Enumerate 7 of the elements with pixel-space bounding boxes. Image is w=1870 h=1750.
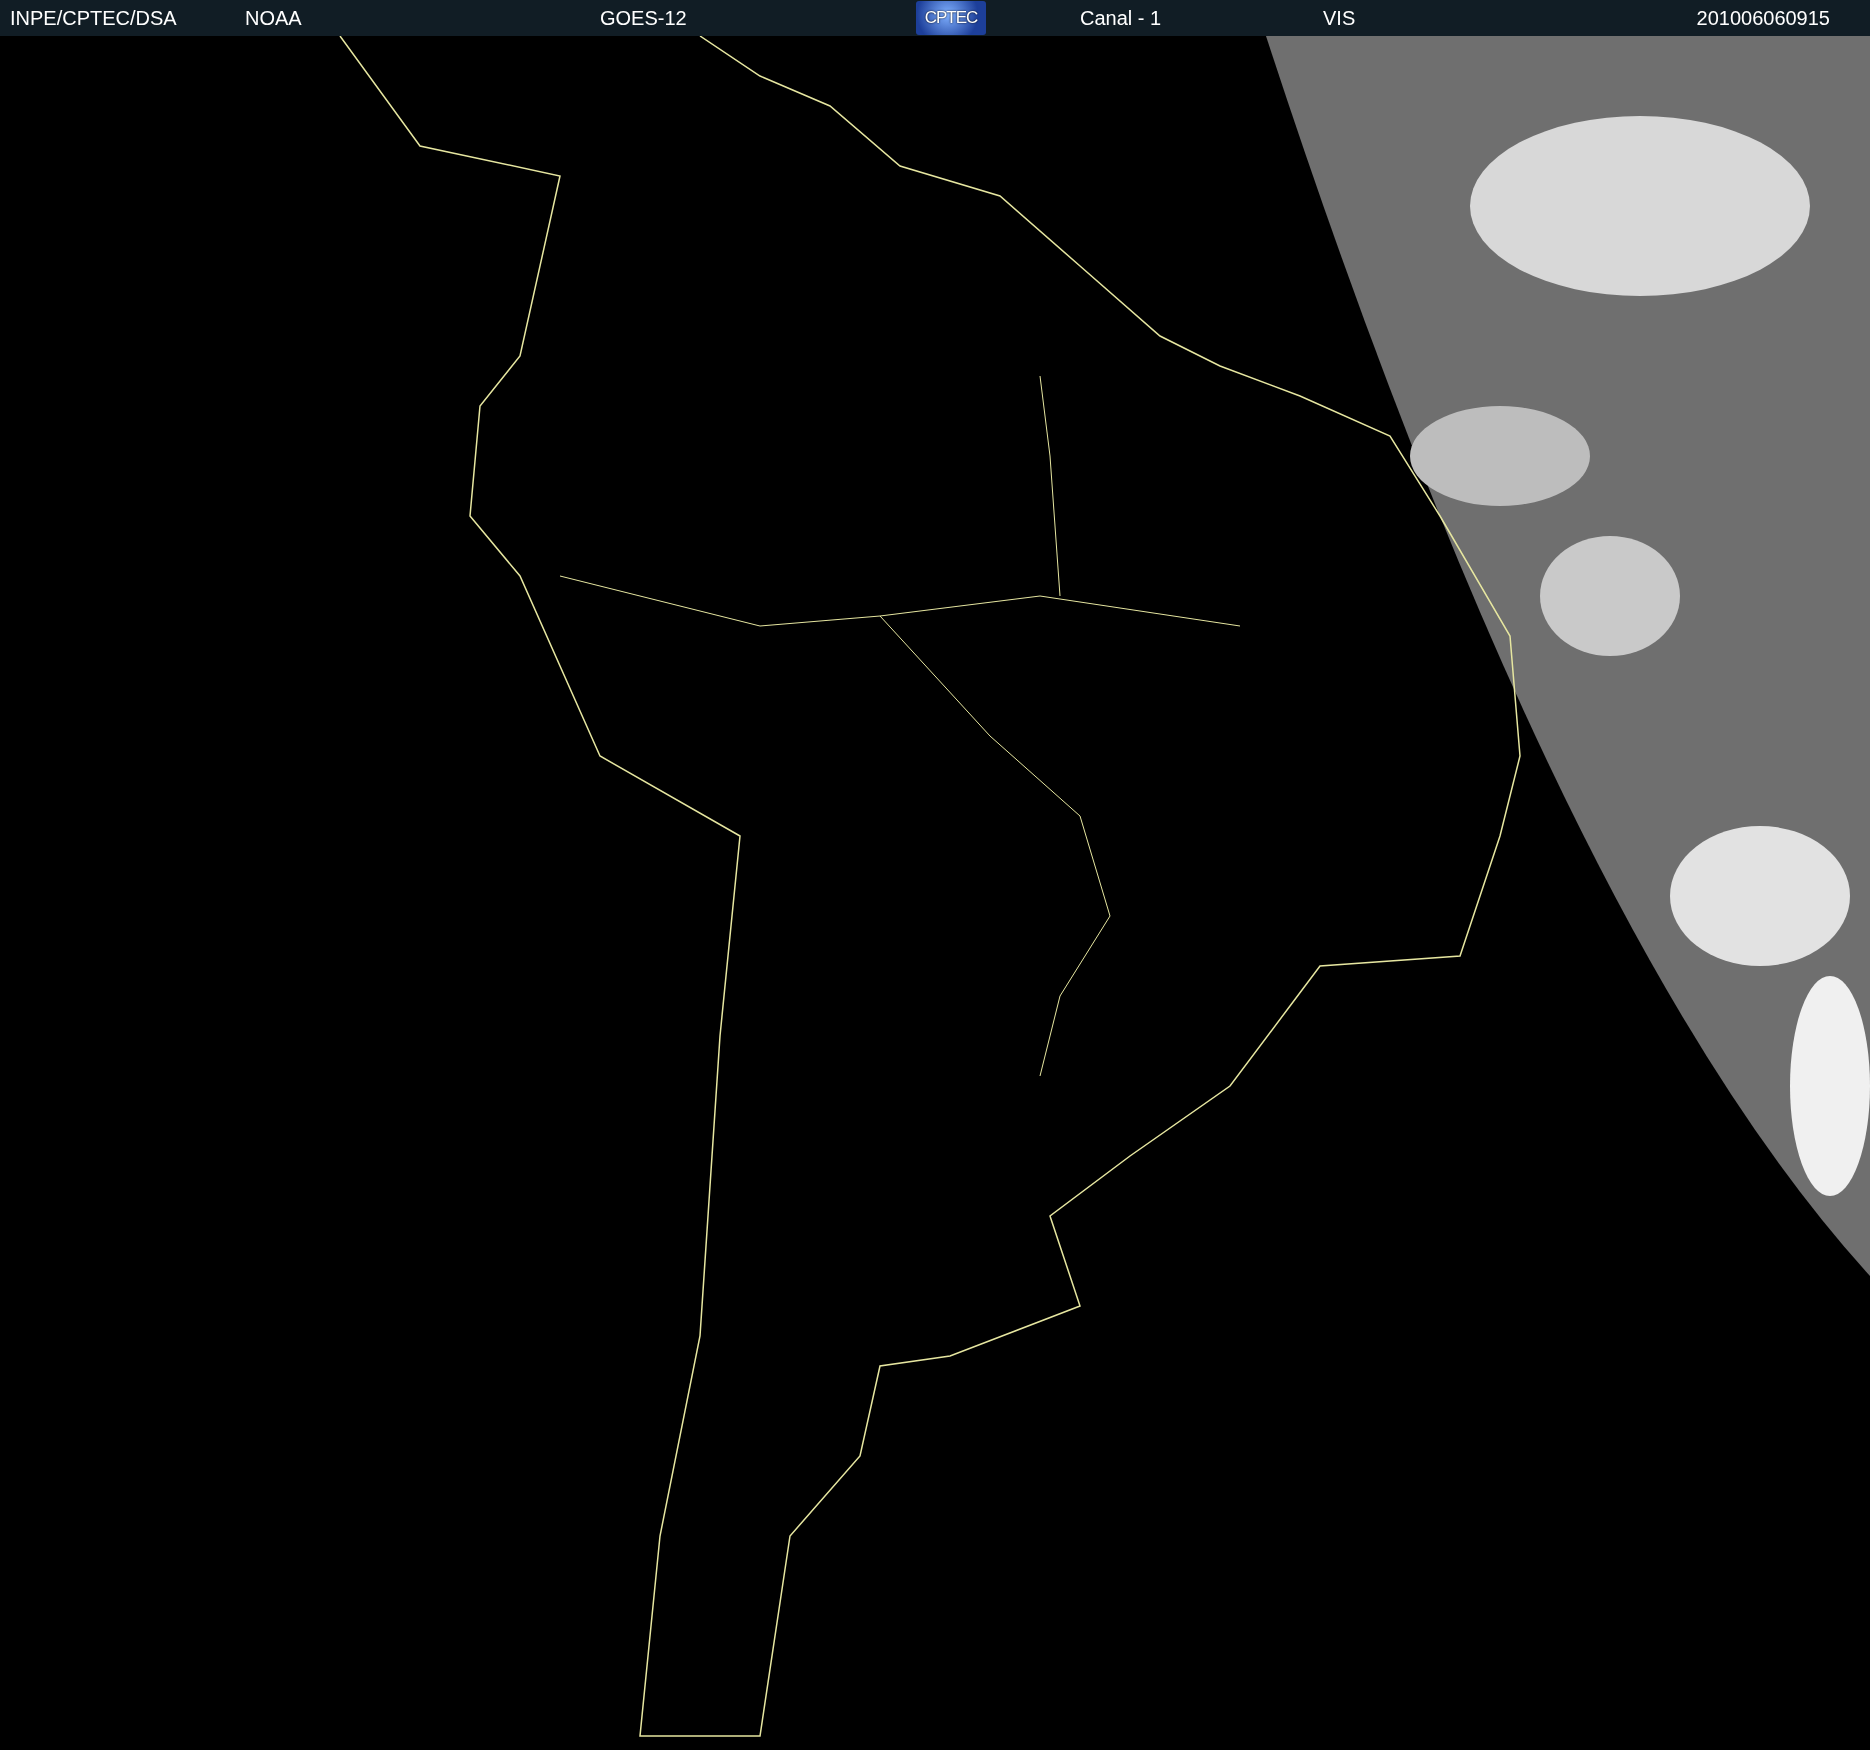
- header-label: NOAA: [245, 6, 302, 30]
- header-label: INPE/CPTEC/DSA: [10, 6, 177, 30]
- cptec-logo: CPTEC: [916, 1, 986, 35]
- header-label: GOES-12: [600, 6, 687, 30]
- header-label: VIS: [1323, 6, 1356, 30]
- header-label: Canal - 1: [1080, 6, 1162, 30]
- header-label: 201006060915: [1696, 6, 1830, 30]
